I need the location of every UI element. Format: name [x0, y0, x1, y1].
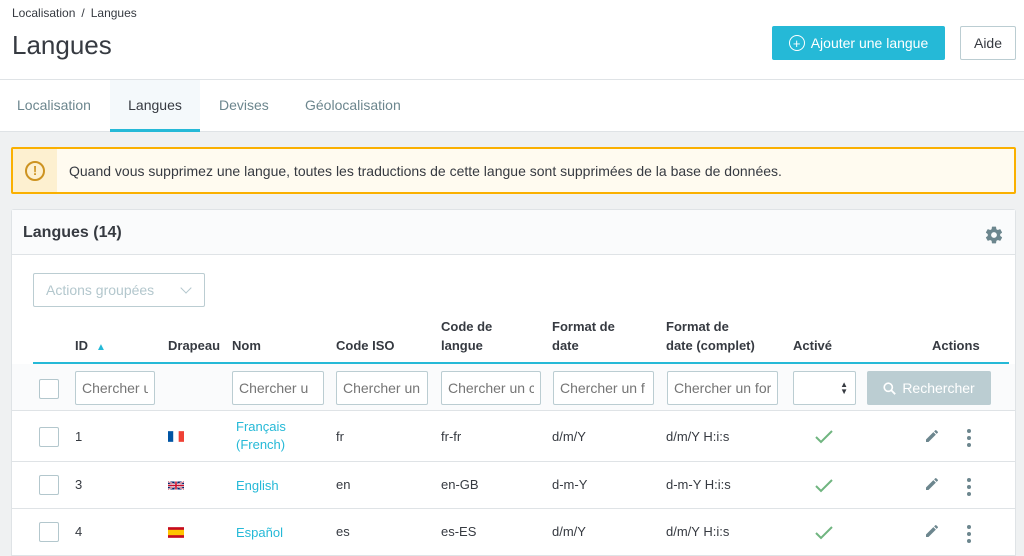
breadcrumb-current: Langues: [90, 6, 137, 20]
column-header-name[interactable]: Nom: [232, 336, 261, 355]
row-checkbox[interactable]: [39, 427, 59, 447]
cell-lang-code: es-ES: [441, 524, 477, 539]
cell-id: 4: [75, 524, 83, 539]
more-actions-icon[interactable]: [967, 429, 971, 447]
column-header-iso[interactable]: Code ISO: [336, 336, 395, 355]
table-row: 4 Español es es-ES d/m/Y d/m/Y H:i:s: [12, 509, 1015, 556]
name-line-2: (French): [236, 437, 286, 452]
cell-iso: fr: [336, 429, 344, 444]
edit-icon[interactable]: [924, 476, 940, 492]
add-language-label: Ajouter une langue: [810, 35, 929, 51]
cell-date-format: d/m/Y: [552, 524, 586, 539]
search-button[interactable]: Rechercher: [867, 371, 991, 405]
date-format-line-2: date: [552, 338, 579, 353]
gear-icon[interactable]: [984, 225, 1004, 245]
cell-id: 1: [75, 429, 83, 444]
select-arrows-icon: ▲ ▼: [840, 380, 848, 396]
breadcrumb: Localisation / Langues: [12, 6, 137, 20]
lang-code-line-1: Code de: [441, 319, 493, 334]
tab-localisation[interactable]: Localisation: [1, 80, 107, 132]
flag-es-icon: [168, 527, 184, 538]
languages-grid-card: Langues (14) Actions groupées ID ▲ Drapea…: [11, 209, 1016, 556]
flag-fr-icon: [168, 431, 184, 442]
more-actions-icon[interactable]: [967, 478, 971, 496]
grid-title: Langues (14): [23, 224, 122, 241]
check-icon[interactable]: [815, 479, 833, 493]
row-checkbox[interactable]: [39, 475, 59, 495]
lang-code-line-2: langue: [441, 338, 483, 353]
filter-date-input[interactable]: [553, 371, 654, 405]
table-row: 1 Français (French) fr fr-fr d/m/Y d/m/Y…: [12, 412, 1015, 462]
date-full-line-2: date (complet): [666, 338, 755, 353]
more-actions-icon[interactable]: [967, 525, 971, 543]
filter-name-input[interactable]: [232, 371, 324, 405]
cell-lang-code: fr-fr: [441, 429, 462, 444]
cell-id: 3: [75, 477, 83, 492]
row-checkbox[interactable]: [39, 522, 59, 542]
cell-date-format: d/m/Y: [552, 429, 586, 444]
table-row: 3 English en en-GB d-m-Y d-m-Y H:i:s: [12, 462, 1015, 509]
add-language-button[interactable]: + Ajouter une langue: [772, 26, 945, 60]
cell-name-link[interactable]: Español: [236, 524, 283, 542]
page-title: Langues: [12, 30, 112, 60]
cell-date-full: d-m-Y H:i:s: [666, 477, 731, 492]
warning-circle-icon: !: [25, 160, 45, 181]
grid-header: Langues (14): [12, 210, 1015, 255]
check-icon[interactable]: [815, 526, 833, 540]
breadcrumb-parent-link[interactable]: Localisation: [12, 6, 75, 20]
tab-devises[interactable]: Devises: [203, 80, 285, 132]
column-header-date-full[interactable]: Format de date (complet): [666, 317, 755, 355]
plus-circle-icon: +: [788, 35, 805, 51]
cell-date-format: d-m-Y: [552, 477, 588, 492]
filter-row: ▲▼ Rechercher: [12, 364, 1015, 411]
column-header-flag: Drapeau: [168, 338, 221, 353]
select-all-checkbox[interactable]: [39, 379, 59, 399]
cell-name-link[interactable]: Français (French): [236, 418, 286, 454]
alert-icon-box: !: [13, 149, 57, 192]
sort-asc-icon[interactable]: ▲: [96, 342, 106, 353]
warning-alert: ! Quand vous supprimez une langue, toute…: [11, 147, 1016, 194]
filter-id-input[interactable]: [75, 371, 155, 405]
cell-iso: es: [336, 524, 350, 539]
alert-message: Quand vous supprimez une langue, toutes …: [69, 163, 782, 179]
name-line-1: Français: [236, 419, 286, 434]
cell-date-full: d/m/Y H:i:s: [666, 524, 730, 539]
filter-active-select[interactable]: ▲ ▼: [793, 371, 856, 405]
date-full-line-1: Format de: [666, 319, 729, 334]
breadcrumb-separator: /: [81, 6, 85, 20]
help-button[interactable]: Aide: [960, 26, 1016, 60]
edit-icon[interactable]: [924, 523, 940, 539]
column-header-actions: Actions: [932, 338, 980, 353]
column-id-label: ID: [75, 338, 88, 353]
date-format-line-1: Format de: [552, 319, 615, 334]
tab-bar: Localisation Langues Devises Géolocalisa…: [0, 80, 1024, 132]
filter-iso-input[interactable]: [336, 371, 428, 405]
flag-gb-icon: [168, 480, 184, 491]
column-header-id[interactable]: ID ▲: [75, 336, 106, 357]
filter-lang-code-input[interactable]: [441, 371, 541, 405]
search-button-label: Rechercher: [902, 380, 975, 396]
search-icon: [883, 381, 897, 395]
cell-lang-code: en-GB: [441, 477, 479, 492]
cell-iso: en: [336, 477, 351, 492]
column-header-date-format[interactable]: Format de date: [552, 317, 615, 355]
tab-geolocalisation[interactable]: Géolocalisation: [289, 80, 417, 132]
check-icon[interactable]: [815, 430, 833, 444]
column-header-lang-code[interactable]: Code de langue: [441, 317, 492, 355]
column-header-active[interactable]: Activé: [793, 336, 832, 355]
filter-date-full-input[interactable]: [667, 371, 778, 405]
tab-langues[interactable]: Langues: [110, 80, 200, 132]
page-header: Localisation / Langues Langues + Ajouter u…: [0, 0, 1024, 80]
cell-name-link[interactable]: English: [236, 477, 279, 495]
bulk-actions-label: Actions groupées: [46, 282, 155, 298]
cell-date-full: d/m/Y H:i:s: [666, 429, 730, 444]
bulk-actions-dropdown[interactable]: Actions groupées: [33, 273, 205, 307]
chevron-down-icon: [180, 282, 192, 294]
edit-icon[interactable]: [924, 428, 940, 444]
